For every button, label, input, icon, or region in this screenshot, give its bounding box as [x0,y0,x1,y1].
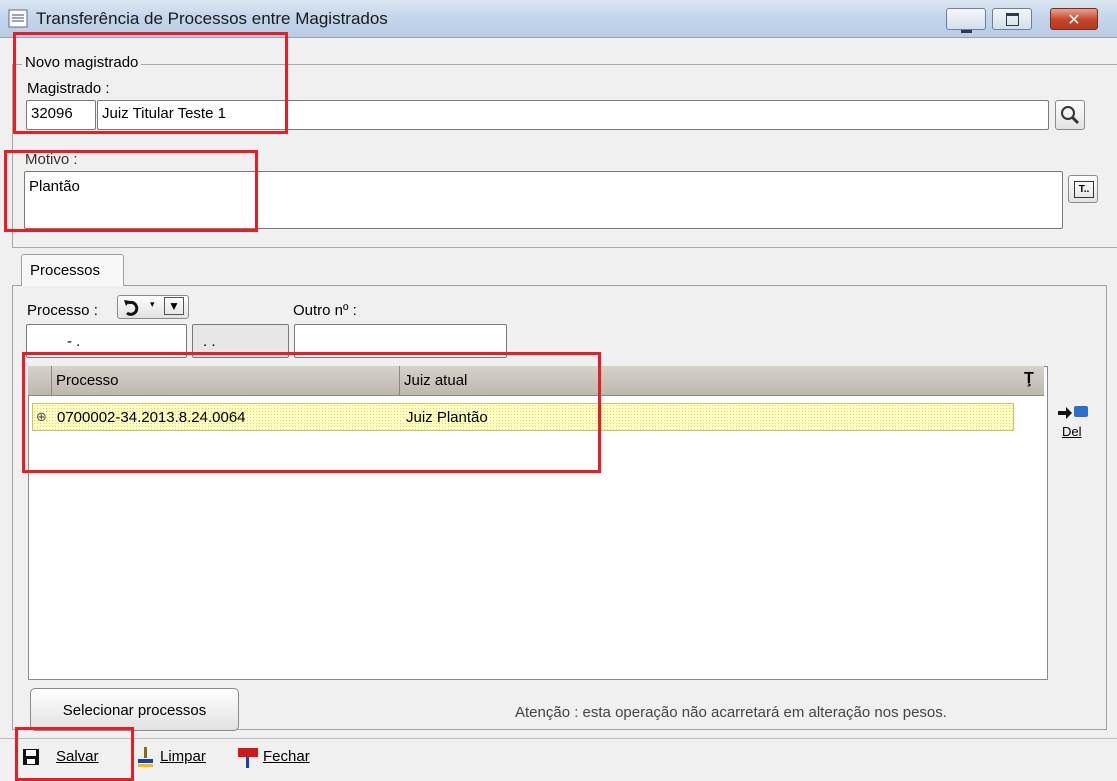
filter-icon[interactable]: Ţ [1024,370,1034,388]
delete-icon [1058,406,1088,419]
maximize-button[interactable] [992,8,1032,30]
app-icon [8,9,28,28]
text-editor-button[interactable]: T.. [1068,175,1098,203]
undo-icon [124,300,139,316]
search-icon [1061,106,1080,125]
text-editor-icon: T.. [1074,181,1094,198]
notice-text: Atenção : esta operação não acarretará e… [515,704,947,721]
delete-row-button[interactable]: Del [1056,402,1096,446]
toolbar-separator [0,738,1117,739]
small-chevron-icon: ▾ [150,299,155,309]
search-magistrado-button[interactable] [1055,100,1085,130]
processo-label: Processo : [27,302,98,319]
close-button[interactable]: ✕ [1050,8,1098,30]
close-icon: ✕ [1067,12,1081,29]
minimize-icon [947,20,985,33]
highlight-box-salvar [15,727,134,781]
selecionar-processos-button[interactable]: Selecionar processos [30,688,239,731]
limpar-label: Limpar [160,748,206,765]
processo-options-dropdown[interactable]: ▾ ▼ [117,295,189,319]
fechar-button[interactable]: Fechar [237,746,337,772]
window-title: Transferência de Processos entre Magistr… [36,9,388,28]
tab-processos[interactable]: Processos [21,254,124,286]
limpar-button[interactable]: Limpar [136,746,226,772]
minimize-button[interactable] [946,8,986,33]
highlight-box-magistrado [13,32,288,134]
exit-flag-icon [238,748,258,768]
highlight-box-grid [22,352,601,473]
fechar-label: Fechar [263,748,310,765]
highlight-box-motivo [4,150,258,232]
broom-icon [138,747,153,767]
chevron-down-icon: ▼ [164,297,184,315]
outro-numero-label: Outro nº : [293,302,357,319]
del-label: Del [1062,424,1082,439]
maximize-icon [993,13,1031,29]
